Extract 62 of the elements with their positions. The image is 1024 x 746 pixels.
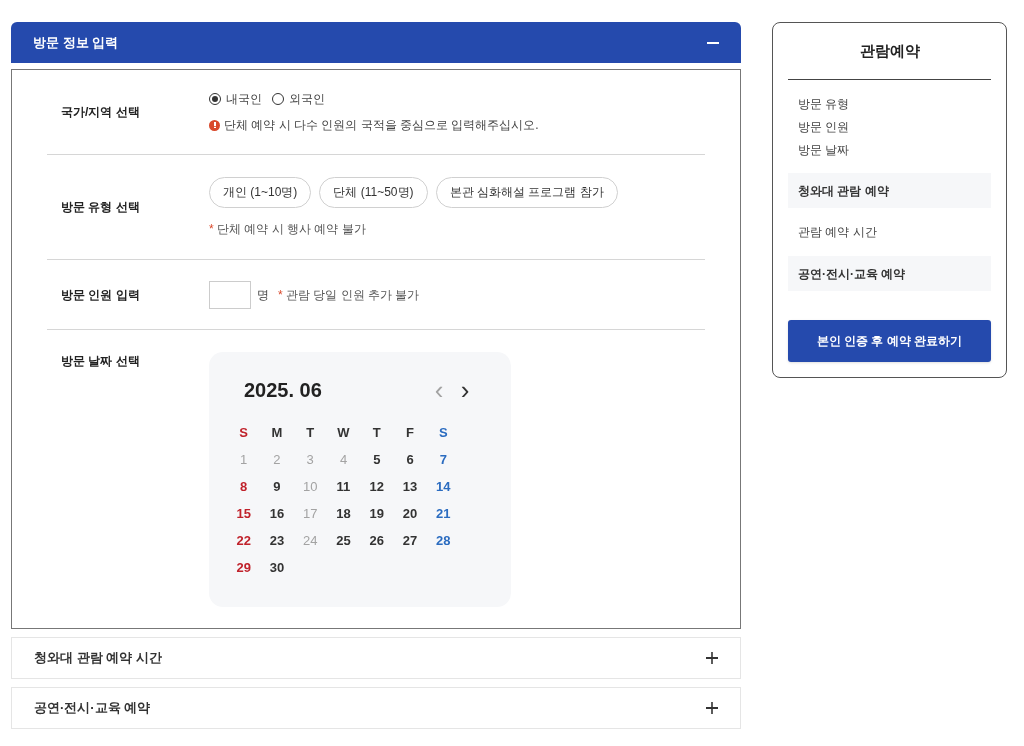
next-month-button[interactable]: ›	[457, 377, 473, 403]
summary-section: 청와대 관람 예약	[788, 173, 991, 208]
accordion-header[interactable]: 공연·전시·교육 예약	[11, 687, 741, 729]
calendar-day[interactable]: 26	[360, 527, 394, 554]
calendar-day[interactable]: 12	[360, 473, 394, 500]
field-label: 방문 유형 선택	[60, 199, 141, 216]
complete-reservation-button[interactable]: 본인 인증 후 예약 완료하기	[788, 320, 991, 362]
visitor-count-field[interactable]	[209, 280, 251, 309]
calendar-day[interactable]: 18	[326, 500, 361, 527]
notice-text: 단체 예약 시 다수 인원의 국적을 중심으로 입력해주십시오.	[224, 117, 539, 134]
weekday-label: M	[270, 423, 284, 442]
calendar-day[interactable]: 16	[260, 500, 294, 527]
calendar-day[interactable]: 7	[426, 446, 460, 473]
visit-type-button[interactable]: 개인 (1~10명)	[209, 176, 312, 208]
calendar-day[interactable]: 11	[326, 473, 361, 500]
radio-option[interactable]: 내국인	[209, 90, 262, 108]
calendar-month: 2025. 06	[244, 378, 322, 403]
weekday-label: F	[405, 423, 416, 442]
summary-section: 공연·전시·교육 예약	[788, 256, 991, 291]
summary-title: 관람예약	[788, 23, 991, 80]
unit-label: 명	[257, 286, 269, 304]
radio-button[interactable]	[209, 93, 221, 105]
weekday-label: S	[438, 423, 449, 442]
summary-item: 관람 예약 시간	[797, 224, 878, 241]
calendar-day[interactable]: 19	[360, 500, 394, 527]
weekday-label: S	[238, 423, 249, 442]
calendar-day[interactable]: 15	[227, 500, 261, 527]
summary-item: 방문 인원	[797, 118, 851, 136]
visit-type-button[interactable]: 단체 (11~50명)	[319, 176, 428, 208]
alert-icon	[209, 119, 220, 131]
calendar-day[interactable]: 27	[393, 527, 427, 554]
accordion-header[interactable]: 청와대 관람 예약 시간	[11, 637, 741, 679]
field-label: 국가/지역 선택	[60, 104, 141, 121]
weekday-label: W	[336, 423, 351, 442]
calendar-day[interactable]: 14	[426, 473, 460, 500]
calendar-day[interactable]: 5	[360, 446, 394, 473]
calendar-day[interactable]: 6	[393, 446, 427, 473]
calendar-day[interactable]: 9	[260, 473, 294, 500]
weekday-label: T	[305, 423, 316, 442]
calendar-day[interactable]: 25	[326, 527, 361, 554]
field-label: 방문 날짜 선택	[60, 353, 141, 370]
summary-item: 방문 날짜	[797, 141, 851, 159]
plus-icon	[706, 702, 718, 714]
calendar-day[interactable]: 13	[393, 473, 427, 500]
field-label: 방문 인원 입력	[60, 286, 141, 304]
calendar-day[interactable]: 30	[260, 554, 294, 581]
calendar-day[interactable]: 23	[260, 527, 294, 554]
calendar-day[interactable]: 8	[227, 473, 261, 500]
calendar-day[interactable]: 29	[227, 554, 261, 581]
summary-item: 방문 유형	[797, 95, 851, 113]
note-text: * 관람 당일 인원 추가 불가	[278, 286, 420, 304]
radio-option[interactable]: 외국인	[272, 90, 325, 108]
visit-type-button[interactable]: 본관 심화해설 프로그램 참가	[435, 176, 618, 208]
accordion-header[interactable]: 방문 정보 입력	[11, 22, 741, 63]
calendar-day[interactable]: 20	[393, 500, 427, 527]
plus-icon	[706, 652, 718, 664]
calendar-day[interactable]: 21	[426, 500, 460, 527]
calendar-day[interactable]: 28	[426, 527, 460, 554]
calendar-day[interactable]: 22	[227, 527, 261, 554]
note-text: * 단체 예약 시 행사 예약 불가	[209, 220, 367, 238]
weekday-label: T	[371, 423, 382, 442]
radio-button[interactable]	[272, 93, 284, 105]
